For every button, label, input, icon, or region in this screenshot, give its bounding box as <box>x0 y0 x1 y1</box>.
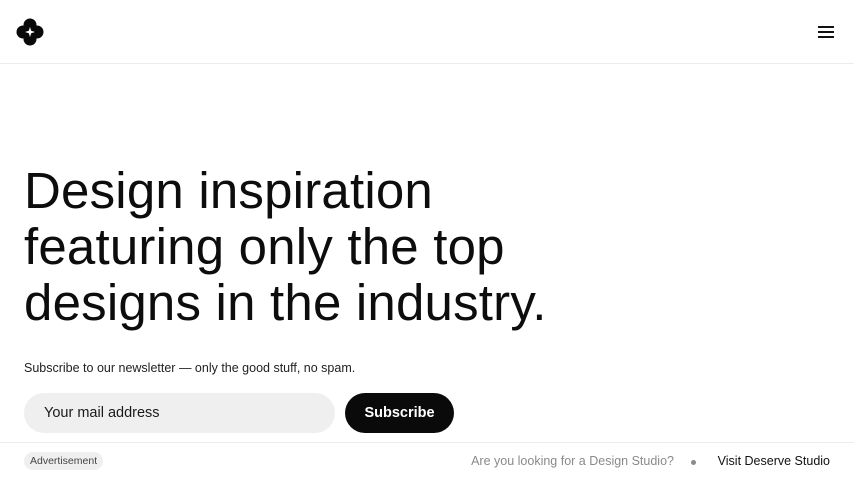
hero-headline: Design inspiration featuring only the to… <box>24 163 644 331</box>
visit-studio-link[interactable]: Visit Deserve Studio <box>718 454 830 468</box>
menu-line <box>818 36 834 38</box>
hero-line-1: Design inspiration <box>24 162 433 219</box>
hamburger-menu-icon[interactable] <box>818 26 834 38</box>
subscribe-button[interactable]: Subscribe <box>345 393 454 433</box>
menu-line <box>818 31 834 33</box>
advertisement-badge: Advertisement <box>24 452 104 470</box>
advertisement-bar: Advertisement Are you looking for a Desi… <box>0 442 854 480</box>
site-header <box>0 0 854 64</box>
ad-question-text: Are you looking for a Design Studio? <box>471 454 674 468</box>
menu-line <box>818 26 834 28</box>
hero-line-2: featuring only the top <box>24 218 505 275</box>
separator-dot-icon <box>691 460 696 465</box>
hero-line-3: designs in the industry. <box>24 274 547 331</box>
logo-icon[interactable] <box>16 18 44 46</box>
newsletter-description: Subscribe to our newsletter — only the g… <box>24 361 356 375</box>
email-field[interactable] <box>24 393 335 433</box>
